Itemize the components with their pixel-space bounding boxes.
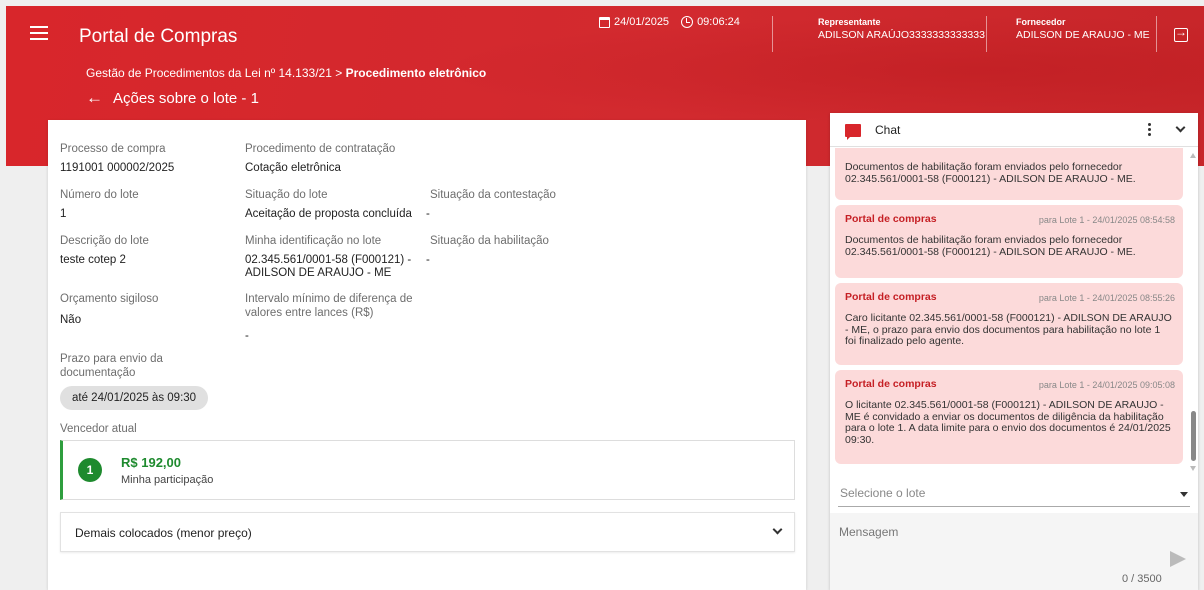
situacao-contestacao-field: Situação da contestação - bbox=[426, 188, 556, 221]
fornecedor-value: ADILSON DE ARAUJO - ME bbox=[1016, 29, 1150, 41]
winner-subtitle: Minha participação bbox=[121, 474, 214, 486]
chat-panel: Documentos de habilitação foram enviados… bbox=[830, 113, 1198, 590]
send-icon[interactable] bbox=[1170, 551, 1186, 567]
winner-amount: R$ 192,00 bbox=[121, 455, 181, 470]
intervalo-label-line2: valores entre lances (R$) bbox=[245, 307, 374, 319]
processo-value: 1191001 000002/2025 bbox=[60, 162, 175, 174]
situacao-lote-label: Situação do lote bbox=[245, 189, 328, 201]
situacao-lote-field: Situação do lote Aceitação de proposta c… bbox=[245, 188, 412, 221]
chevron-down-icon[interactable] bbox=[772, 524, 783, 535]
message-body: O licitante 02.345.561/0001-58 (F000121)… bbox=[845, 399, 1171, 446]
prazo-deadline-chip: até 24/01/2025 às 09:30 bbox=[60, 386, 209, 410]
accordion-label: Demais colocados (menor preço) bbox=[75, 526, 252, 540]
chat-message: Documentos de habilitação foram enviados… bbox=[835, 148, 1183, 200]
descricao-field: Descrição do lote teste cotep 2 bbox=[60, 234, 149, 267]
chevron-down-icon[interactable] bbox=[1175, 122, 1186, 133]
prazo-label-line2: documentação bbox=[60, 367, 136, 379]
hamburger-menu-icon[interactable] bbox=[30, 26, 48, 40]
scrollbar-thumb[interactable] bbox=[1191, 411, 1196, 461]
header-divider bbox=[1156, 16, 1157, 52]
prazo-label-line1: Prazo para envio da bbox=[60, 353, 163, 365]
representante-label: Representante bbox=[818, 17, 881, 27]
orcamento-label: Orçamento sigiloso bbox=[60, 293, 159, 305]
orcamento-field: Orçamento sigiloso Não bbox=[60, 292, 158, 327]
scroll-down-icon[interactable] bbox=[1190, 466, 1196, 471]
situacao-habilitacao-label: Situação da habilitação bbox=[430, 235, 549, 247]
situacao-habilitacao-field: Situação da habilitação - bbox=[426, 234, 549, 267]
more-options-icon[interactable] bbox=[1148, 123, 1152, 137]
header-divider bbox=[772, 16, 773, 52]
chat-header[interactable]: Chat bbox=[830, 113, 1198, 147]
winner-position-badge: 1 bbox=[78, 458, 102, 482]
scroll-up-icon[interactable] bbox=[1190, 153, 1196, 158]
lot-select[interactable]: Selecione o lote bbox=[838, 479, 1190, 507]
page-title: Ações sobre o lote - 1 bbox=[113, 89, 259, 107]
back-arrow-icon[interactable]: ← bbox=[86, 88, 103, 108]
chat-messages[interactable]: Documentos de habilitação foram enviados… bbox=[830, 148, 1198, 493]
processo-label: Processo de compra bbox=[60, 143, 166, 155]
logout-icon[interactable] bbox=[1174, 25, 1188, 42]
current-time: 09:06:24 bbox=[697, 16, 740, 28]
app-title[interactable]: Portal de Compras bbox=[79, 26, 237, 48]
lot-select-placeholder: Selecione o lote bbox=[840, 486, 926, 500]
intervalo-field: Intervalo mínimo de diferença de valores… bbox=[245, 292, 412, 343]
situacao-contestacao-label: Situação da contestação bbox=[430, 189, 556, 201]
descricao-value: teste cotep 2 bbox=[60, 254, 126, 266]
identificacao-value-line2: ADILSON DE ARAUJO - ME bbox=[245, 267, 392, 279]
identificacao-value-line1: 02.345.561/0001-58 (F000121) - bbox=[245, 254, 412, 266]
processo-field: Processo de compra 1191001 000002/2025 bbox=[60, 142, 174, 175]
numero-lote-value: 1 bbox=[60, 208, 67, 220]
session-datetime: 24/01/2025 09:06:24 bbox=[599, 16, 740, 28]
chat-message: Portal de compras para Lote 1 - 24/01/20… bbox=[835, 283, 1183, 365]
orcamento-value: Não bbox=[60, 314, 82, 326]
current-date: 24/01/2025 bbox=[614, 16, 670, 28]
message-placeholder: Mensagem bbox=[839, 525, 899, 539]
procedimento-value: Cotação eletrônica bbox=[245, 162, 341, 174]
message-body: Documentos de habilitação foram enviados… bbox=[845, 234, 1136, 258]
identificacao-field: Minha identificação no lote 02.345.561/0… bbox=[245, 234, 411, 280]
breadcrumb-current: Procedimento eletrônico bbox=[345, 66, 487, 80]
identificacao-label: Minha identificação no lote bbox=[245, 235, 382, 247]
dropdown-caret-icon[interactable] bbox=[1180, 492, 1188, 497]
clock-icon bbox=[681, 16, 694, 28]
numero-lote-field: Número do lote 1 bbox=[60, 188, 139, 221]
breadcrumb: Gestão de Procedimentos da Lei nº 14.133… bbox=[86, 66, 486, 80]
message-meta: para Lote 1 - 24/01/2025 08:55:26 bbox=[1038, 293, 1175, 303]
message-body: Caro licitante 02.345.561/0001-58 (F0001… bbox=[845, 312, 1172, 347]
intervalo-label-line1: Intervalo mínimo de diferença de bbox=[245, 293, 413, 305]
calendar-icon bbox=[599, 16, 610, 28]
fornecedor-block: Fornecedor ADILSON DE ARAUJO - ME bbox=[1016, 17, 1150, 41]
message-meta: para Lote 1 - 24/01/2025 09:05:08 bbox=[1038, 380, 1175, 390]
page-title-row: ← Ações sobre o lote - 1 bbox=[86, 88, 259, 108]
chat-message: Portal de compras para Lote 1 - 24/01/20… bbox=[835, 370, 1183, 464]
descricao-label: Descrição do lote bbox=[60, 235, 149, 247]
numero-lote-label: Número do lote bbox=[60, 189, 139, 201]
prazo-field: Prazo para envio da documentação bbox=[60, 352, 163, 380]
vencedor-label: Vencedor atual bbox=[60, 423, 137, 435]
message-meta: para Lote 1 - 24/01/2025 08:54:58 bbox=[1038, 215, 1175, 225]
procedimento-label: Procedimento de contratação bbox=[245, 143, 396, 155]
message-body: Documentos de habilitação foram enviados… bbox=[845, 161, 1136, 185]
representante-block: Representante ADILSON ARAÚJO333333333333… bbox=[818, 17, 985, 41]
chat-title: Chat bbox=[875, 123, 901, 137]
header-divider bbox=[986, 16, 987, 52]
situacao-lote-value: Aceitação de proposta concluída bbox=[245, 208, 412, 220]
lot-details-card: Processo de compra 1191001 000002/2025 P… bbox=[48, 120, 806, 590]
chat-message: Portal de compras para Lote 1 - 24/01/20… bbox=[835, 205, 1183, 278]
other-bidders-accordion[interactable]: Demais colocados (menor preço) bbox=[60, 512, 795, 552]
message-input[interactable]: Mensagem 0 / 3500 bbox=[830, 513, 1198, 590]
vencedor-field: Vencedor atual bbox=[60, 422, 137, 436]
fornecedor-label: Fornecedor bbox=[1016, 17, 1066, 27]
situacao-contestacao-value: - bbox=[426, 208, 430, 220]
chat-bubble-icon bbox=[845, 124, 861, 140]
situacao-habilitacao-value: - bbox=[426, 254, 430, 266]
breadcrumb-parent[interactable]: Gestão de Procedimentos da Lei nº 14.133… bbox=[86, 66, 346, 80]
current-winner-card: 1 R$ 192,00 Minha participação bbox=[60, 440, 795, 500]
procedimento-field: Procedimento de contratação Cotação elet… bbox=[245, 142, 395, 175]
intervalo-value: - bbox=[245, 330, 249, 342]
character-counter: 0 / 3500 bbox=[1122, 573, 1162, 585]
representante-value: ADILSON ARAÚJO3333333333333 bbox=[818, 29, 985, 41]
chat-scrollbar[interactable] bbox=[1190, 151, 1196, 471]
